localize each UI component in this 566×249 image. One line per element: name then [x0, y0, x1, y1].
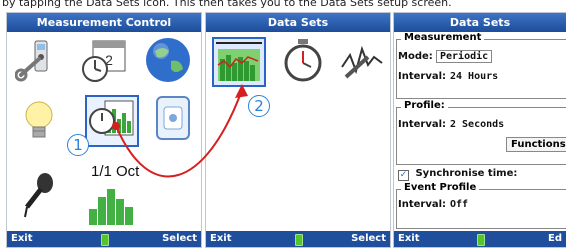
navigation-arrow	[112, 84, 248, 178]
callout-1: 1	[67, 134, 89, 156]
callout-2: 2	[248, 95, 270, 117]
